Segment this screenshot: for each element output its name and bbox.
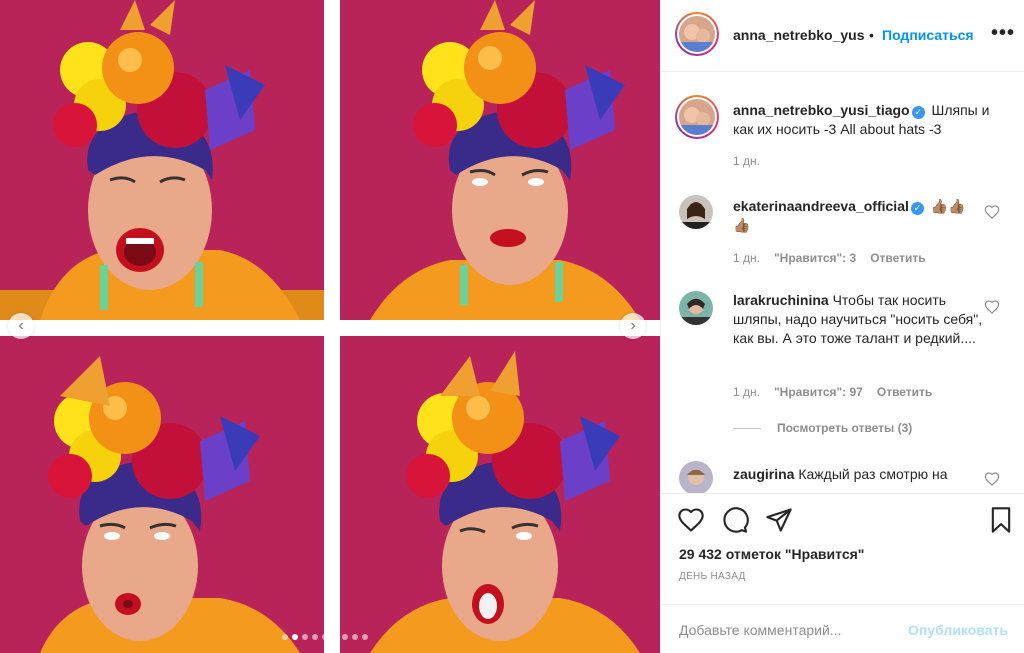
comment-2: larakruchinina Чтобы так носить шляпы, н…	[733, 291, 983, 348]
comment-username[interactable]: zaugirina	[733, 466, 794, 482]
comment-like-heart-icon[interactable]	[984, 299, 1000, 315]
caption-avatar[interactable]	[679, 99, 715, 135]
view-replies-label: Посмотреть ответы (3)	[777, 421, 913, 435]
post-side-panel: anna_netrebko_yus • Подписаться ••• anna…	[660, 0, 1024, 653]
comment-time: 1 дн.	[733, 251, 760, 265]
comment-username[interactable]: larakruchinina	[733, 292, 829, 308]
comment-likes[interactable]: "Нравится": 97	[774, 385, 863, 399]
carousel-dot-active	[292, 634, 298, 640]
photo-tile-1	[0, 0, 324, 320]
like-heart-icon[interactable]	[677, 506, 705, 534]
post-media-carousel[interactable]: ‹ ›	[0, 0, 660, 653]
comment-like-heart-icon[interactable]	[984, 204, 1000, 220]
replies-line	[733, 428, 761, 430]
comment-text: Каждый раз смотрю на	[798, 466, 948, 482]
commenter-avatar[interactable]	[679, 461, 713, 493]
add-comment-bar: Опубликовать	[661, 604, 1024, 653]
post-actions: 29 432 отметок "Нравится" ДЕНЬ НАЗАД Опу…	[661, 493, 1024, 653]
reply-button[interactable]: Ответить	[877, 385, 932, 399]
carousel-prev-button[interactable]: ‹	[8, 313, 34, 339]
carousel-dots	[282, 634, 368, 640]
carousel-dot	[352, 634, 358, 640]
carousel-dot	[312, 634, 318, 640]
view-replies-button[interactable]: Посмотреть ответы (3)	[733, 421, 912, 435]
carousel-next-button[interactable]: ›	[620, 313, 646, 339]
verified-badge-icon: ✓	[910, 202, 924, 215]
more-options-icon[interactable]: •••	[991, 22, 1015, 45]
post-date: ДЕНЬ НАЗАД	[679, 571, 746, 582]
save-bookmark-icon[interactable]	[987, 506, 1015, 534]
share-send-icon[interactable]	[765, 506, 793, 534]
post-caption: anna_netrebko_yusi_tiago ✓ Шляпы и как их…	[733, 101, 1013, 139]
publish-button[interactable]: Опубликовать	[908, 622, 1008, 638]
carousel-dot	[302, 634, 308, 640]
comment-like-heart-icon[interactable]	[984, 471, 1000, 487]
carousel-dot	[342, 634, 348, 640]
author-username[interactable]: anna_netrebko_yus	[733, 27, 865, 43]
carousel-dot	[362, 634, 368, 640]
comment-username[interactable]: ekaterinaandreeva_official	[733, 198, 909, 214]
comment-input[interactable]	[679, 619, 899, 641]
comment-likes[interactable]: "Нравится": 3	[774, 251, 856, 265]
comments-list[interactable]: anna_netrebko_yusi_tiago ✓ Шляпы и как их…	[661, 73, 1024, 493]
caption-meta: 1 дн.	[733, 154, 760, 168]
caption-username[interactable]: anna_netrebko_yusi_tiago	[733, 102, 910, 118]
comment-bubble-icon[interactable]	[721, 506, 749, 534]
comment-1-meta: 1 дн. "Нравится": 3 Ответить	[733, 251, 926, 265]
photo-tile-4	[340, 336, 660, 653]
commenter-avatar[interactable]	[679, 195, 713, 229]
comment-time: 1 дн.	[733, 385, 760, 399]
comment-3: zaugirina Каждый раз смотрю на	[733, 465, 983, 484]
caption-time: 1 дн.	[733, 154, 760, 168]
comment-1: ekaterinaandreeva_official ✓ 👍🏽👍🏽👍🏽	[733, 197, 983, 235]
photo-tile-3	[0, 336, 324, 653]
author-avatar[interactable]	[679, 16, 715, 52]
commenter-avatar[interactable]	[679, 291, 713, 325]
carousel-dot	[332, 634, 338, 640]
carousel-dot	[322, 634, 328, 640]
carousel-dot	[282, 634, 288, 640]
likes-count[interactable]: 29 432 отметок "Нравится"	[679, 546, 864, 562]
comment-2-meta: 1 дн. "Нравится": 97 Ответить	[733, 385, 932, 399]
follow-button[interactable]: Подписаться	[882, 27, 974, 43]
reply-button[interactable]: Ответить	[870, 251, 925, 265]
verified-badge-icon: ✓	[911, 106, 925, 119]
post-header: anna_netrebko_yus • Подписаться •••	[661, 0, 1024, 72]
photo-tile-2	[340, 0, 660, 320]
separator-dot: •	[869, 27, 874, 43]
